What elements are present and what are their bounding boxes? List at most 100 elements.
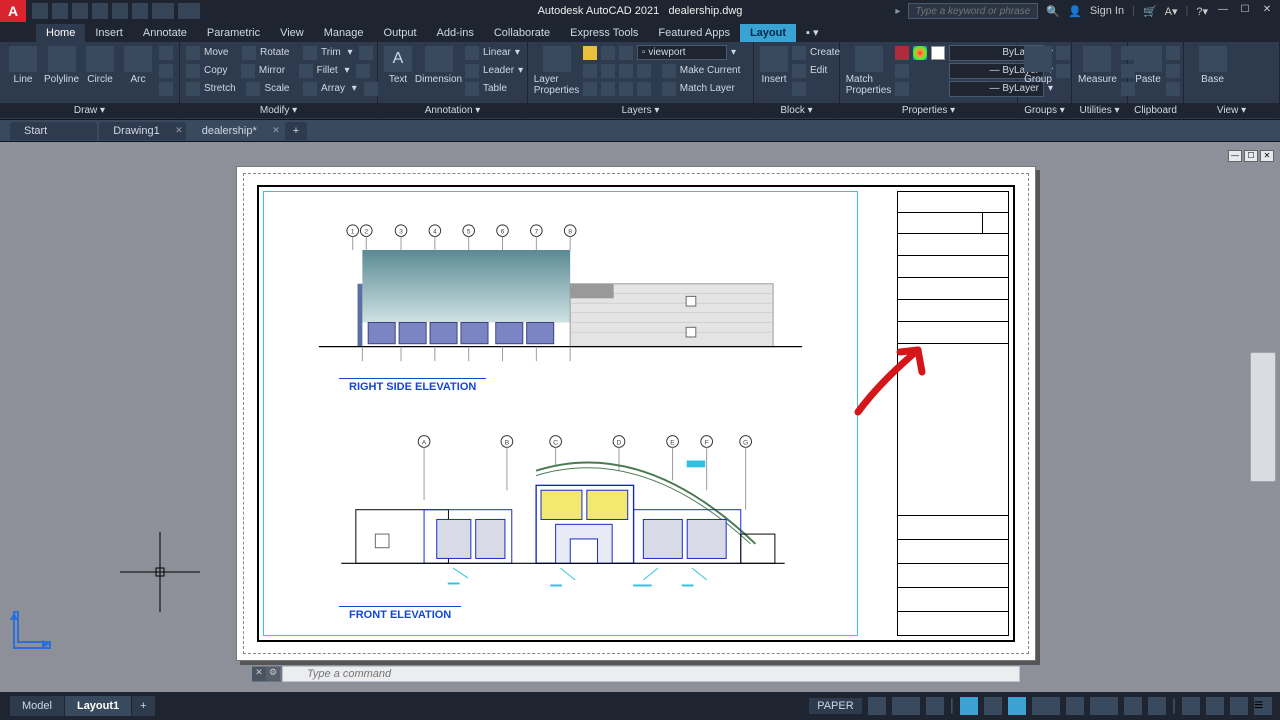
cmd-close-icon[interactable]: ✕	[252, 667, 266, 681]
anno-toggle[interactable]	[1066, 697, 1084, 715]
user-icon[interactable]: 👤	[1068, 5, 1082, 18]
tool-arc[interactable]: Arc	[121, 44, 155, 85]
tab-layout1[interactable]: Layout1	[65, 696, 131, 716]
panel-clipboard-label[interactable]: Clipboard	[1128, 103, 1183, 118]
tool-misc1[interactable]	[159, 44, 173, 61]
tool-circle[interactable]: Circle	[83, 44, 117, 85]
panel-utilities-label[interactable]: Utilities ▾	[1072, 103, 1127, 118]
tool-insert[interactable]: Insert	[760, 44, 788, 85]
tool-fillet[interactable]: Fillet	[317, 65, 338, 76]
help-icon[interactable]: ?▾	[1196, 5, 1208, 18]
vp-min-button[interactable]: —	[1228, 150, 1242, 162]
cart-icon[interactable]: 🛒	[1143, 5, 1157, 18]
app-icon[interactable]: A▾	[1165, 5, 1178, 18]
clean-toggle[interactable]	[1230, 697, 1248, 715]
tab-view[interactable]: View	[270, 24, 314, 42]
tab-parametric[interactable]: Parametric	[197, 24, 270, 42]
tool-table[interactable]: Table	[465, 80, 523, 97]
tool-blockedit[interactable]: Edit	[792, 62, 840, 79]
layer-dropdown[interactable]: ▫ viewport	[637, 45, 727, 60]
filetab-dealership[interactable]: dealership*✕	[188, 122, 283, 140]
cmd-handle[interactable]: ✕ ⚙	[252, 666, 282, 682]
tool-layer-properties[interactable]: Layer Properties	[534, 44, 579, 96]
tab-add-layout[interactable]: +	[132, 696, 154, 716]
save-icon[interactable]	[72, 3, 88, 19]
extra-icon[interactable]	[359, 46, 373, 60]
grid-toggle[interactable]	[868, 697, 886, 715]
tab-model[interactable]: Model	[10, 696, 64, 716]
tool-paste[interactable]: Paste	[1134, 44, 1162, 85]
drawing-area[interactable]: — ☐ ✕ 1 2 3 4	[0, 142, 1280, 692]
tool-copy[interactable]: Copy	[204, 65, 227, 76]
tool-makecurrent[interactable]: Make Current	[680, 65, 741, 76]
panel-block-label[interactable]: Block ▾	[754, 103, 839, 118]
tab-insert[interactable]: Insert	[85, 24, 133, 42]
custom-icon[interactable]: ≡	[1254, 697, 1272, 715]
panel-groups-label[interactable]: Groups ▾	[1018, 103, 1071, 118]
otrack-toggle[interactable]	[1008, 697, 1026, 715]
saveas-icon[interactable]	[92, 3, 108, 19]
hw-toggle[interactable]	[1206, 697, 1224, 715]
tab-featured[interactable]: Featured Apps	[648, 24, 740, 42]
tab-annotate[interactable]: Annotate	[133, 24, 197, 42]
search-input[interactable]	[908, 3, 1038, 19]
tool-polyline[interactable]: Polyline	[44, 44, 79, 85]
color-icon[interactable]	[895, 46, 909, 60]
tool-leader[interactable]: Leader ▾	[465, 62, 523, 79]
minimize-button[interactable]: —	[1216, 4, 1230, 18]
search-icon[interactable]: 🔍	[1046, 5, 1060, 18]
maximize-button[interactable]: ☐	[1238, 4, 1252, 18]
tool-matchlayer[interactable]: Match Layer	[680, 83, 735, 94]
filetab-start[interactable]: Start	[10, 122, 97, 140]
lwt-toggle[interactable]	[1032, 697, 1060, 715]
panel-layers-label[interactable]: Layers ▾	[528, 103, 753, 118]
colorwheel-icon[interactable]	[913, 46, 927, 60]
paper-layout[interactable]: 1 2 3 4 5 6 7 8	[236, 166, 1036, 661]
tool-dimension[interactable]: Dimension	[416, 44, 461, 85]
undo-icon[interactable]	[152, 3, 174, 19]
print-icon[interactable]	[132, 3, 148, 19]
tool-text[interactable]: AText	[384, 44, 412, 85]
vp-close-button[interactable]: ✕	[1260, 150, 1274, 162]
command-input[interactable]	[282, 666, 1020, 682]
polar-toggle[interactable]	[960, 697, 978, 715]
tool-linear[interactable]: Linear ▾	[465, 44, 523, 61]
tool-array[interactable]: Array	[321, 83, 345, 94]
share-icon[interactable]: ▸	[895, 6, 900, 17]
scale-toggle[interactable]	[1090, 697, 1118, 715]
bulb-icon[interactable]	[583, 46, 597, 60]
panel-annotation-label[interactable]: Annotation ▾	[378, 103, 527, 118]
iso-toggle[interactable]	[1182, 697, 1200, 715]
tab-extra[interactable]: ▪ ▾	[796, 23, 828, 42]
tool-scale[interactable]: Scale	[264, 83, 289, 94]
panel-properties-label[interactable]: Properties ▾	[840, 103, 1017, 118]
close-icon[interactable]: ✕	[175, 125, 183, 136]
new-icon[interactable]	[32, 3, 48, 19]
signin-link[interactable]: Sign In	[1090, 5, 1124, 17]
vp-max-button[interactable]: ☐	[1244, 150, 1258, 162]
tool-misc3[interactable]	[159, 80, 173, 97]
close-button[interactable]: ✕	[1260, 4, 1274, 18]
tool-move[interactable]: Move	[204, 47, 228, 58]
tab-express[interactable]: Express Tools	[560, 24, 648, 42]
tool-blockattr[interactable]	[792, 80, 840, 97]
close-icon[interactable]: ✕	[272, 125, 280, 136]
tab-addins[interactable]: Add-ins	[427, 24, 484, 42]
snap-toggle[interactable]	[892, 697, 920, 715]
tool-misc2[interactable]	[159, 62, 173, 79]
tab-output[interactable]: Output	[374, 24, 427, 42]
filetab-new[interactable]: +	[285, 122, 307, 140]
ortho-toggle[interactable]	[926, 697, 944, 715]
panel-view-label[interactable]: View ▾	[1184, 103, 1279, 118]
tool-group[interactable]: Group	[1024, 44, 1052, 85]
tool-trim[interactable]: Trim	[321, 47, 341, 58]
panel-draw-label[interactable]: Draw ▾	[0, 103, 179, 118]
layout-viewport[interactable]: 1 2 3 4 5 6 7 8	[263, 191, 858, 636]
tool-matchprops[interactable]: Match Properties	[846, 44, 891, 96]
plus-toggle[interactable]	[1148, 697, 1166, 715]
cmd-config-icon[interactable]: ⚙	[266, 667, 280, 681]
tool-measure[interactable]: Measure	[1078, 44, 1117, 85]
tool-base[interactable]: Base	[1190, 44, 1235, 85]
tool-line[interactable]: Line	[6, 44, 40, 85]
tab-home[interactable]: Home	[36, 24, 85, 42]
